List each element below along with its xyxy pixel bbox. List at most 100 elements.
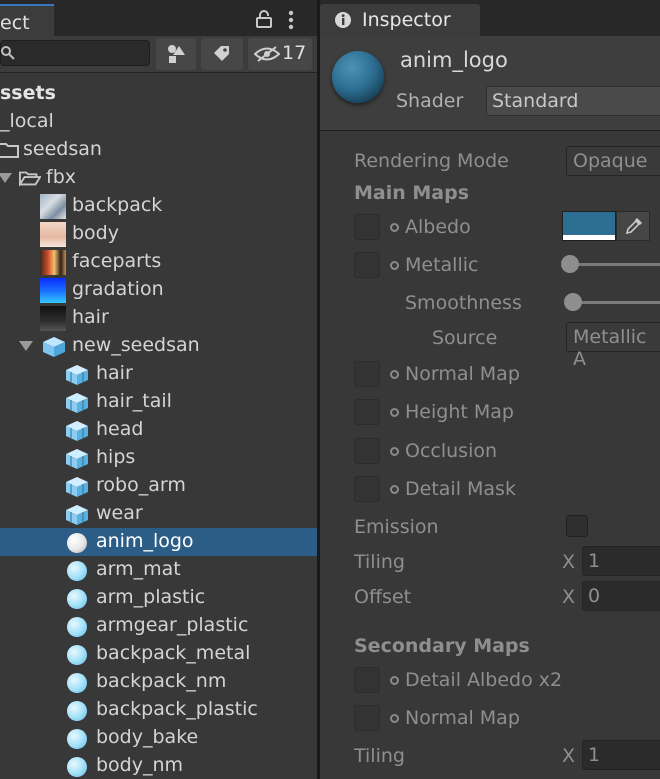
tree-item-backpack-nm[interactable]: backpack_nm <box>0 668 317 696</box>
tree-item-arm-plastic[interactable]: arm_plastic <box>0 584 317 612</box>
property-dot-icon <box>390 714 399 723</box>
tree-item-label: backpack_metal <box>96 642 251 664</box>
tree-item-anim-logo[interactable]: anim_logo <box>0 528 317 556</box>
mesh-icon <box>66 449 88 469</box>
tree-item-robo-arm[interactable]: robo_arm <box>0 472 317 500</box>
tiling-x-field[interactable]: 1 <box>582 546 660 576</box>
tiling-x-value: 1 <box>588 550 601 572</box>
detail-mask-texture-slot[interactable] <box>354 476 380 502</box>
smoothness-slider-handle[interactable] <box>564 293 582 311</box>
property-dot-icon <box>390 676 399 685</box>
search-input[interactable] <box>0 40 150 66</box>
tree-item-hair-texture[interactable]: hair <box>0 304 317 332</box>
albedo-alpha-bar <box>563 235 615 240</box>
height-map-texture-slot[interactable] <box>354 399 380 425</box>
albedo-label: Albedo <box>405 216 471 238</box>
tree-item-new-seedsan[interactable]: new_seedsan <box>0 332 317 360</box>
texture-thumbnail <box>40 306 66 331</box>
tab-inspector[interactable]: Inspector <box>320 4 480 36</box>
texture-thumbnail <box>40 278 66 303</box>
more-menu-icon[interactable] <box>287 10 295 30</box>
detail-albedo-texture-slot[interactable] <box>354 667 380 693</box>
tree-item-fbx[interactable]: fbx <box>0 164 317 192</box>
tree-item-body-bake[interactable]: body_bake <box>0 724 317 752</box>
detail-normal-map-texture-slot[interactable] <box>354 705 380 731</box>
rendering-mode-dropdown[interactable]: Opaque <box>566 146 660 176</box>
detail-tiling-x-value: 1 <box>588 744 601 766</box>
info-icon <box>335 12 351 28</box>
prefab-icon <box>43 337 65 357</box>
occlusion-texture-slot[interactable] <box>354 438 380 464</box>
shapes-icon <box>168 45 185 63</box>
tree-item-head[interactable]: head <box>0 416 317 444</box>
tree-item-assets[interactable]: ssets <box>0 80 317 108</box>
material-icon <box>67 757 87 777</box>
expand-arrow-icon[interactable] <box>19 341 33 351</box>
tree-item-label: fbx <box>46 166 76 188</box>
tree-item-label: arm_mat <box>96 558 181 580</box>
property-dot-icon <box>390 223 399 232</box>
tree-item-hair[interactable]: hair <box>0 360 317 388</box>
tree-item-label: arm_plastic <box>96 586 206 608</box>
property-dot-icon <box>390 408 399 417</box>
shader-dropdown[interactable]: Standard <box>486 86 660 116</box>
albedo-color-field[interactable] <box>562 211 616 241</box>
detail-mask-label: Detail Mask <box>405 478 516 500</box>
material-header: anim_logo Shader Standard <box>320 36 660 131</box>
metallic-slider-track[interactable] <box>570 263 660 266</box>
tree-item-label: anim_logo <box>96 530 194 552</box>
property-dot-icon <box>390 261 399 270</box>
offset-x-value: 0 <box>588 585 601 607</box>
tree-item-label: hair <box>72 306 109 328</box>
tree-item-label: hair_tail <box>96 390 172 412</box>
tree-item-label: backpack_plastic <box>96 698 258 720</box>
tree-item-arm-mat[interactable]: arm_mat <box>0 556 317 584</box>
source-dropdown[interactable]: Metallic A <box>566 322 660 370</box>
lock-icon[interactable] <box>256 10 272 28</box>
tab-project-label: ect <box>0 12 30 34</box>
offset-x-field[interactable]: 0 <box>582 581 660 611</box>
tree-item-backpack-metal[interactable]: backpack_metal <box>0 640 317 668</box>
tree-item-body[interactable]: body <box>0 220 317 248</box>
metallic-slider-handle[interactable] <box>561 255 579 273</box>
texture-thumbnail <box>40 250 66 275</box>
tree-item-body-nm[interactable]: body_nm <box>0 752 317 779</box>
tree-item-gradation[interactable]: gradation <box>0 276 317 304</box>
tree-item-hips[interactable]: hips <box>0 444 317 472</box>
property-dot-icon <box>390 447 399 456</box>
tree-item-backpack-plastic[interactable]: backpack_plastic <box>0 696 317 724</box>
detail-tiling-x-field[interactable]: 1 <box>582 740 660 770</box>
tree-item-local[interactable]: _local <box>0 108 317 136</box>
tree-item-armgear-plastic[interactable]: armgear_plastic <box>0 612 317 640</box>
tree-item-seedsan[interactable]: seedsan <box>0 136 317 164</box>
detail-tiling-label: Tiling <box>354 745 405 767</box>
filter-by-type-button[interactable] <box>156 38 196 70</box>
shader-value: Standard <box>492 90 579 112</box>
emission-checkbox[interactable] <box>566 515 588 537</box>
search-icon <box>1 46 15 60</box>
detail-normal-map-label: Normal Map <box>405 707 520 729</box>
occlusion-label: Occlusion <box>405 440 498 462</box>
tree-item-label: body_nm <box>96 754 184 776</box>
metallic-texture-slot[interactable] <box>354 252 380 278</box>
tree-item-wear[interactable]: wear <box>0 500 317 528</box>
tree-item-faceparts[interactable]: faceparts <box>0 248 317 276</box>
detail-tiling-x-label: X <box>562 745 576 767</box>
tree-item-backpack[interactable]: backpack <box>0 192 317 220</box>
rendering-mode-label: Rendering Mode <box>354 150 509 172</box>
expand-arrow-icon[interactable] <box>0 173 12 183</box>
tree-item-hair-tail[interactable]: hair_tail <box>0 388 317 416</box>
normal-map-label: Normal Map <box>405 363 520 385</box>
hidden-packages-button[interactable]: 17 <box>248 38 312 70</box>
shader-label: Shader <box>396 90 464 112</box>
eyedropper-button[interactable] <box>616 211 650 241</box>
folder-icon <box>0 143 19 158</box>
offset-label: Offset <box>354 586 412 608</box>
albedo-texture-slot[interactable] <box>354 214 380 240</box>
normal-map-texture-slot[interactable] <box>354 361 380 387</box>
filter-by-label-button[interactable] <box>201 38 243 70</box>
smoothness-slider-track[interactable] <box>572 301 660 304</box>
material-icon <box>67 561 87 581</box>
material-icon <box>67 729 87 749</box>
tab-project[interactable]: ect <box>0 4 54 36</box>
